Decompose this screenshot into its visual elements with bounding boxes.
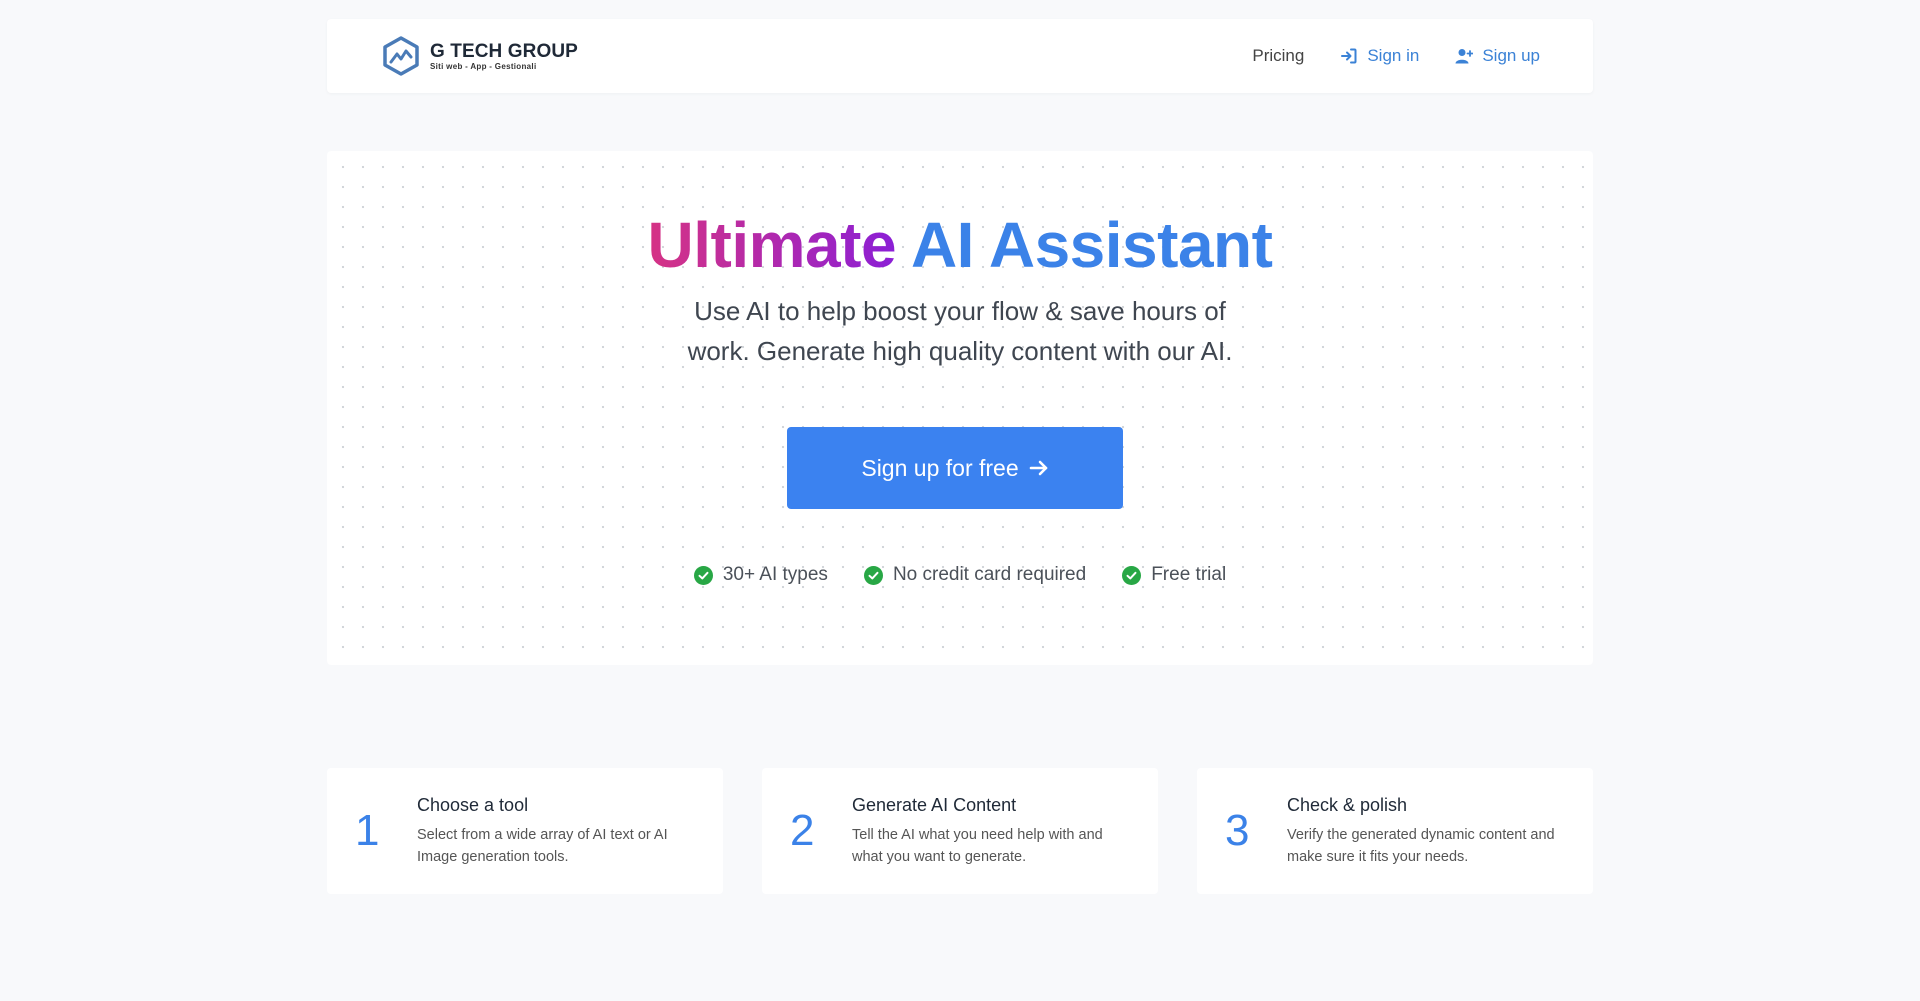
hero-subtitle-line-2: work. Generate high quality content with… (687, 336, 1233, 366)
nav-links: Pricing Sign in Sign up (1252, 46, 1540, 66)
feature-item: 30+ AI types (693, 564, 828, 586)
nav-signup-link[interactable]: Sign up (1455, 46, 1540, 66)
hero-subtitle: Use AI to help boost your flow & save ho… (327, 291, 1593, 371)
check-circle-icon (863, 565, 883, 585)
hero-section: Ultimate AI Assistant Use AI to help boo… (327, 151, 1593, 665)
step-card: 1 Choose a tool Select from a wide array… (327, 768, 723, 894)
feature-label: 30+ AI types (722, 564, 828, 585)
step-description-line: Select from a wide array of AI text or A… (417, 826, 668, 843)
signup-free-button[interactable]: Sign up for free (787, 427, 1123, 509)
check-circle-icon (693, 565, 713, 585)
step-description-line: make sure it fits your needs. (1287, 848, 1469, 865)
step-description: Select from a wide array of AI text or A… (417, 824, 668, 868)
nav-pricing-link[interactable]: Pricing (1252, 46, 1304, 66)
step-card: 2 Generate AI Content Tell the AI what y… (762, 768, 1158, 894)
feature-item: Free trial (1122, 564, 1226, 586)
brand-name: G TECH GROUP (430, 40, 578, 62)
nav-signin-link[interactable]: Sign in (1340, 46, 1419, 66)
g-tech-logo-icon (383, 36, 419, 76)
step-description: Tell the AI what you need help with and … (852, 824, 1103, 868)
top-navbar: G TECH GROUP Siti web - App - Gestionali… (327, 19, 1593, 93)
step-number: 3 (1225, 806, 1250, 855)
step-title: Generate AI Content (852, 794, 1017, 815)
hero-title-ai-assistant: AI Assistant (910, 209, 1273, 281)
nav-pricing-label: Pricing (1252, 46, 1305, 65)
step-number: 2 (790, 806, 815, 855)
brand-tagline: Siti web - App - Gestionali (430, 61, 537, 71)
step-description-line: Tell the AI what you need help with and (852, 826, 1103, 843)
brand-logo-link[interactable]: G TECH GROUP Siti web - App - Gestionali (380, 35, 578, 77)
hero-title: Ultimate AI Assistant (327, 207, 1593, 284)
hero-title-ultimate: Ultimate (647, 209, 897, 281)
check-circle-icon (1122, 565, 1142, 585)
step-card: 3 Check & polish Verify the generated dy… (1197, 768, 1593, 894)
steps-section: 1 Choose a tool Select from a wide array… (327, 768, 1593, 894)
feature-label: Free trial (1151, 564, 1227, 585)
feature-item: No credit card required (863, 564, 1087, 586)
step-title: Check & polish (1287, 794, 1408, 815)
step-description: Verify the generated dynamic content and… (1287, 824, 1555, 868)
nav-signup-label: Sign up (1482, 46, 1540, 65)
sign-in-icon (1341, 48, 1357, 64)
hero-subtitle-line-1: Use AI to help boost your flow & save ho… (694, 296, 1226, 326)
signup-free-label: Sign up for free (861, 454, 1019, 481)
feature-list: 30+ AI types No credit card required Fre… (327, 564, 1593, 586)
step-description-line: Verify the generated dynamic content and (1287, 826, 1555, 843)
user-plus-icon (1455, 49, 1474, 64)
step-title: Choose a tool (417, 794, 529, 815)
feature-label: No credit card required (892, 564, 1087, 585)
step-description-line: Image generation tools. (417, 848, 569, 865)
nav-signin-label: Sign in (1367, 46, 1420, 65)
step-description-line: what you want to generate. (852, 848, 1027, 865)
arrow-right-icon (1029, 460, 1047, 476)
step-number: 1 (355, 806, 380, 855)
